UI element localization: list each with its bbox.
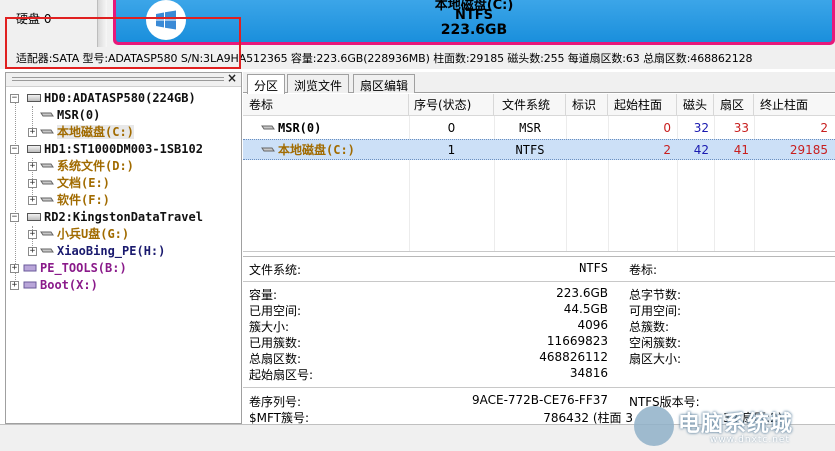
- detail-total-bytes-label: 总字节数:: [629, 288, 682, 302]
- tree-node-hd1[interactable]: − HD1:ST1000DM003-1SB102: [10, 141, 203, 158]
- detail-total-sectors-value: 468826112: [539, 350, 608, 364]
- panel-header: ×: [6, 71, 241, 87]
- partition-icon: [40, 129, 54, 134]
- virtual-disk-icon: [23, 281, 37, 289]
- partition-icon: [40, 248, 54, 253]
- row-index: 1: [447, 143, 456, 157]
- disk-tree-panel: × − HD0:ADATASP580(224GB) MSR(0) + 本地磁盘(…: [5, 71, 242, 424]
- row-id: [566, 140, 608, 161]
- detail-used-value: 44.5GB: [563, 302, 608, 316]
- row-label: 本地磁盘(C:): [261, 140, 409, 161]
- tab-browse-files[interactable]: 浏览文件: [287, 74, 350, 93]
- row-sector: 41: [733, 143, 749, 157]
- row-sector: 33: [733, 121, 749, 135]
- partition-icon: [40, 112, 54, 117]
- partition-icon: [40, 197, 54, 202]
- partition-details: 文件系统: NTFS 卷标: 容量: 223.6GB 总字节数: 已用空间: 4…: [243, 256, 835, 425]
- tree-node-f[interactable]: + 软件(F:): [10, 192, 110, 209]
- tree-node-d[interactable]: + 系统文件(D:): [10, 158, 134, 175]
- row-start-cyl: 2: [663, 143, 671, 157]
- detail-free-clusters-label: 空闲簇数:: [629, 336, 682, 350]
- row-end-cyl: 2: [820, 121, 828, 135]
- detail-total-sectors-label: 总扇区数:: [249, 352, 302, 366]
- partition-table: 卷标 序号(状态) 文件系统 标识 起始柱面 磁头 扇区 终止柱面 MSR(0)…: [243, 94, 835, 252]
- tab-bar: 分区 浏览文件 扇区编辑: [243, 72, 835, 94]
- disk-icon: [27, 212, 41, 221]
- detail-cluster-size-label: 簇大小:: [249, 320, 290, 334]
- detail-fs-label: 文件系统:: [249, 263, 302, 277]
- detail-cluster-size-value: 4096: [577, 318, 608, 332]
- row-head: 42: [693, 143, 709, 157]
- row-index: 0: [447, 121, 456, 135]
- disk-icon: [27, 144, 41, 153]
- col-header-index[interactable]: 序号(状态): [409, 94, 494, 116]
- row-fs: NTFS: [515, 143, 545, 157]
- detail-start-sector-label: 起始扇区号:: [249, 368, 314, 382]
- watermark-text: 电脑系统城: [678, 412, 794, 437]
- tree-node-msr[interactable]: MSR(0): [10, 107, 100, 124]
- table-row[interactable]: MSR(0) 0 MSR 0 32 33 2: [243, 118, 835, 139]
- col-header-id[interactable]: 标识: [566, 94, 608, 116]
- tree-node-g[interactable]: + 小兵U盘(G:): [10, 226, 129, 243]
- row-start-cyl: 0: [663, 121, 671, 135]
- tab-partition[interactable]: 分区: [247, 74, 286, 94]
- tree-node-boot[interactable]: + Boot(X:): [10, 277, 98, 294]
- partition-icon: [261, 147, 275, 152]
- col-header-label[interactable]: 卷标: [243, 94, 409, 116]
- detail-vol-label: 卷标:: [629, 263, 658, 277]
- col-header-end-cyl[interactable]: 终止柱面: [754, 94, 835, 116]
- partition-icon: [40, 180, 54, 185]
- detail-capacity-value: 223.6GB: [556, 286, 608, 300]
- detail-start-sector-value: 34816: [569, 366, 608, 380]
- watermark-url: www.dnxtc.net: [710, 435, 790, 445]
- detail-total-clusters-label: 总簇数:: [629, 320, 670, 334]
- disk-icon: [27, 93, 41, 102]
- col-header-sector[interactable]: 扇区: [714, 94, 754, 116]
- detail-serial-value: 9ACE-772B-CE76-FF37: [471, 393, 608, 407]
- partition-icon: [40, 163, 54, 168]
- close-icon[interactable]: ×: [227, 71, 237, 85]
- detail-capacity-label: 容量:: [249, 288, 278, 302]
- main-panel: 分区 浏览文件 扇区编辑 卷标 序号(状态) 文件系统 标识 起始柱面 磁头 扇…: [243, 72, 835, 425]
- tree-node-c[interactable]: + 本地磁盘(C:): [10, 124, 134, 141]
- tree-node-hd0[interactable]: − HD0:ADATASP580(224GB): [10, 90, 196, 107]
- detail-used-clusters-value: 11669823: [546, 334, 608, 348]
- row-head: 32: [693, 121, 709, 135]
- detail-sector-size-label: 扇区大小:: [629, 352, 682, 366]
- table-header: 卷标 序号(状态) 文件系统 标识 起始柱面 磁头 扇区 终止柱面: [243, 94, 835, 116]
- partition-icon: [261, 125, 275, 130]
- col-header-head[interactable]: 磁头: [677, 94, 714, 116]
- tab-sector-edit[interactable]: 扇区编辑: [353, 74, 416, 93]
- row-end-cyl: 29185: [789, 143, 828, 157]
- table-row-selected[interactable]: 本地磁盘(C:) 1 NTFS 2 42 41 29185: [243, 139, 835, 160]
- row-label: MSR(0): [261, 118, 409, 139]
- detail-fs-value: NTFS: [579, 261, 608, 275]
- tree-node-h[interactable]: + XiaoBing_PE(H:): [10, 243, 165, 260]
- detail-serial-label: 卷序列号:: [249, 395, 302, 409]
- col-header-start-cyl[interactable]: 起始柱面: [608, 94, 677, 116]
- watermark-logo: 电脑系统城 www.dnxtc.net: [628, 402, 835, 451]
- detail-free-space-label: 可用空间:: [629, 304, 682, 318]
- tree-node-rd2[interactable]: − RD2:KingstonDataTravel: [10, 209, 203, 226]
- detail-used-label: 已用空间:: [249, 304, 302, 318]
- tree-node-e[interactable]: + 文档(E:): [10, 175, 110, 192]
- col-header-fs[interactable]: 文件系统: [494, 94, 566, 116]
- virtual-disk-icon: [23, 264, 37, 272]
- partition-icon: [40, 231, 54, 236]
- watermark-globe-icon: [634, 406, 674, 446]
- row-id: [566, 118, 608, 139]
- tree-node-pe-tools[interactable]: + PE_TOOLS(B:): [10, 260, 127, 277]
- highlight-box: [5, 17, 241, 69]
- row-fs: MSR: [519, 121, 541, 135]
- detail-used-clusters-label: 已用簇数:: [249, 336, 302, 350]
